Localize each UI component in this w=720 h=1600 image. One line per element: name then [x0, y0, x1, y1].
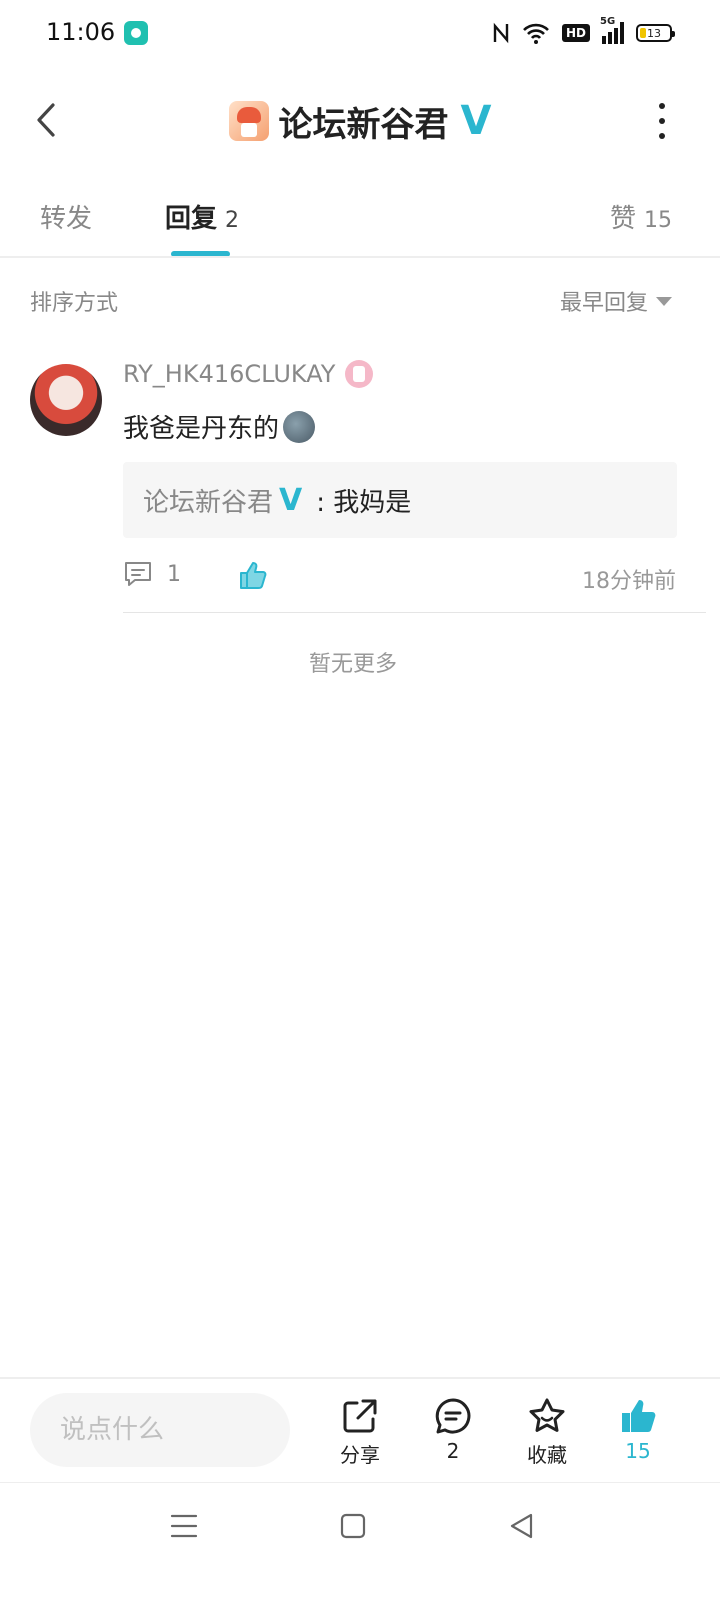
comment-bubble-icon [125, 562, 151, 586]
caret-down-icon [656, 296, 672, 306]
nav-home-button[interactable] [335, 1508, 371, 1544]
sort-selected: 最早回复 [559, 291, 648, 316]
nav-recents-button[interactable] [166, 1508, 202, 1544]
battery-icon: 13 [636, 24, 675, 42]
verified-icon: V [460, 98, 492, 144]
signal-icon: 5G [600, 16, 624, 44]
share-icon [343, 1399, 377, 1433]
more-options-button[interactable] [652, 103, 672, 139]
like-comment-button[interactable] [238, 560, 268, 594]
verified-icon: V [279, 482, 303, 518]
quoted-author: 论坛新谷君 [143, 487, 274, 518]
like-button[interactable]: 15 [603, 1397, 673, 1463]
like-count: 15 [625, 1439, 651, 1463]
quoted-text: : 我妈是 [316, 487, 412, 518]
wifi-icon [523, 23, 549, 44]
comment-body: 我爸是丹东的 [123, 414, 280, 444]
tab-replies-count: 2 [225, 208, 240, 233]
reply-button[interactable]: 1 [123, 560, 181, 588]
header-avatar [228, 101, 269, 141]
tab-replies[interactable]: 回复 2 [165, 198, 239, 235]
divider [0, 1377, 720, 1379]
comments-button[interactable]: 2 [418, 1397, 488, 1463]
level-badge-icon [345, 360, 374, 388]
share-button[interactable]: 分享 [325, 1397, 395, 1468]
hd-badge: HD [561, 24, 590, 42]
square-icon [340, 1513, 366, 1539]
nav-back-button[interactable] [503, 1508, 539, 1544]
sort-dropdown[interactable]: 最早回复 [560, 285, 672, 317]
comment-count: 2 [446, 1439, 460, 1463]
network-label: 5G [600, 16, 616, 27]
status-icons: HD 5G 13 [492, 16, 675, 48]
comment-text: 我爸是丹东的 [123, 408, 316, 445]
thumbs-up-filled-icon [622, 1400, 656, 1432]
tab-likes[interactable]: 赞 15 [610, 198, 672, 235]
divider [123, 612, 706, 613]
divider [0, 256, 720, 258]
nfc-icon [493, 22, 509, 44]
no-more-text: 暂无更多 [308, 652, 397, 677]
header-user[interactable]: 论坛新谷君 V [0, 95, 720, 147]
comment-timestamp: 18分钟前 [582, 569, 676, 594]
battery-level: 13 [647, 26, 661, 40]
menu-icon [170, 1514, 198, 1538]
tab-forward-label: 转发 [40, 204, 93, 234]
page-title: 论坛新谷君 [278, 104, 449, 145]
username-text: RY_HK416CLUKAY [123, 360, 336, 388]
quoted-reply[interactable]: 论坛新谷君 V : 我妈是 [123, 462, 677, 538]
tab-forward[interactable]: 转发 [40, 198, 92, 235]
sort-label: 排序方式 [30, 291, 119, 316]
favorite-button[interactable]: 收藏 [512, 1397, 582, 1468]
app-notification-icon [124, 21, 148, 45]
comment-username[interactable]: RY_HK416CLUKAY [123, 360, 374, 388]
status-time: 11:06 [46, 18, 116, 46]
tab-likes-count: 15 [644, 208, 672, 233]
star-icon [529, 1398, 565, 1432]
divider [0, 1482, 720, 1483]
tab-replies-label: 回复 [165, 204, 218, 234]
reply-count: 1 [167, 561, 181, 587]
avatar[interactable] [30, 364, 102, 436]
share-label: 分享 [340, 1443, 380, 1467]
favorite-label: 收藏 [527, 1443, 567, 1467]
thumbs-up-icon [240, 562, 267, 589]
tab-likes-label: 赞 [609, 204, 636, 234]
chat-bubble-icon [435, 1398, 471, 1434]
triangle-back-icon [510, 1513, 533, 1539]
moon-face-emoji-icon [283, 410, 316, 443]
comment-input[interactable] [30, 1393, 290, 1467]
